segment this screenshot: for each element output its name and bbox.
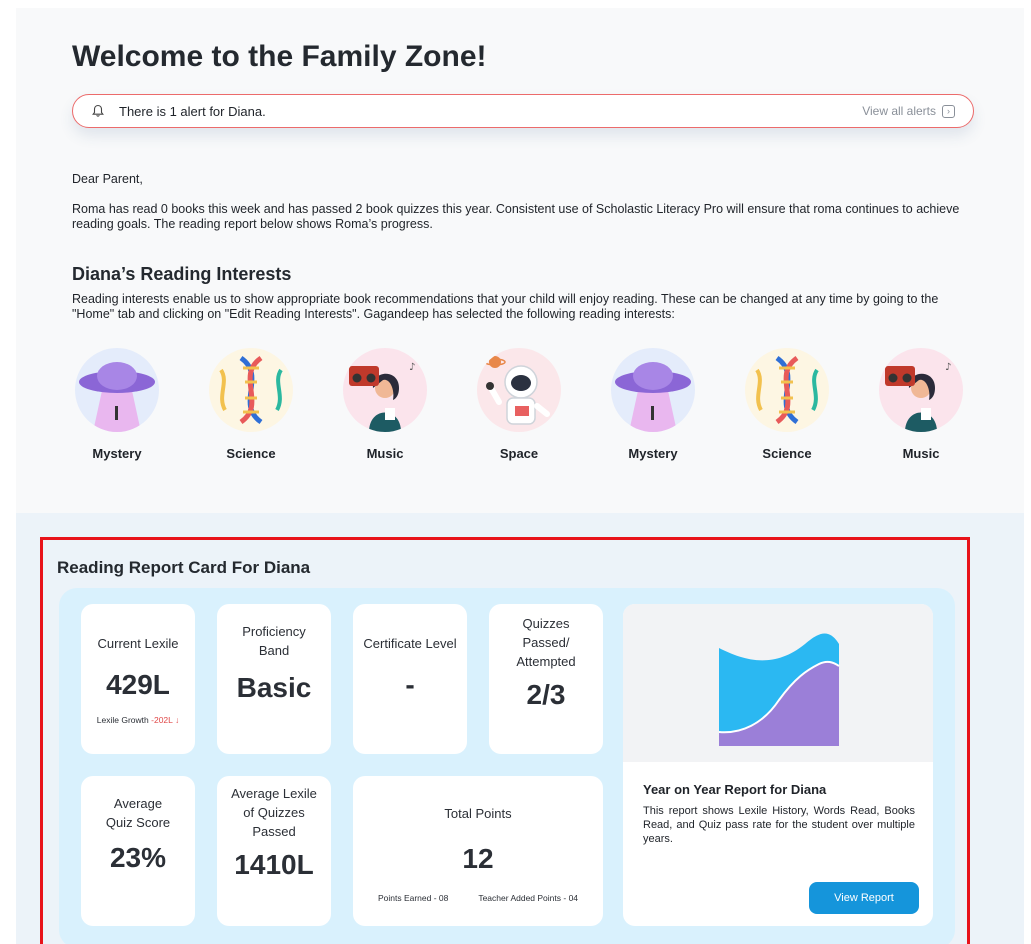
proficiency-label-2: Band xyxy=(258,643,290,658)
reading-interests-description: Reading interests enable us to show appr… xyxy=(72,292,939,321)
avg-lexile-value: 1410L xyxy=(234,849,314,880)
year-on-year-card: Year on Year Report for Diana This repor… xyxy=(623,604,933,926)
svg-text:♪: ♪ xyxy=(409,362,415,373)
teacher-added-points: Teacher Added Points - 04 xyxy=(478,893,579,903)
interest-label: Science xyxy=(226,446,276,461)
avg-lexile-label-2: of Quizzes xyxy=(243,805,305,820)
quizzes-label-2: Passed/ xyxy=(522,635,570,650)
svg-text:♪: ♪ xyxy=(945,362,951,373)
interest-item: ♪ Music xyxy=(876,348,966,461)
greeting: Dear Parent, xyxy=(72,172,143,186)
avg-quiz-value: 23% xyxy=(109,842,167,873)
interest-label: Mystery xyxy=(628,446,678,461)
avg-quiz-label-1: Average xyxy=(113,796,163,811)
ufo-icon xyxy=(611,348,695,432)
yoy-title: Year on Year Report for Diana xyxy=(643,782,827,797)
certificate-label: Certificate Level xyxy=(363,636,457,651)
interest-label: Mystery xyxy=(92,446,142,461)
current-lexile-label: Current Lexile xyxy=(97,636,179,651)
average-quiz-score-card: Average Quiz Score 23% xyxy=(81,776,195,926)
lexile-growth-value: -202L xyxy=(151,715,173,725)
report-heading: Reading Report Card For Diana xyxy=(57,558,311,577)
points-earned: Points Earned - 08 xyxy=(377,893,449,903)
quizzes-label-1: Quizzes xyxy=(522,616,570,631)
interest-item: ♪ Music xyxy=(340,348,430,461)
proficiency-value: Basic xyxy=(236,672,312,703)
certificate-level-card: Certificate Level - xyxy=(353,604,467,754)
lexile-growth: Lexile Growth -202L ↓ xyxy=(81,715,195,725)
boombox-icon: ♪ xyxy=(879,348,963,432)
chevron-right-icon: › xyxy=(942,104,955,118)
quizzes-card: Quizzes Passed/ Attempted 2/3 xyxy=(489,604,603,754)
progress-summary: Roma has read 0 books this week and has … xyxy=(72,202,960,231)
current-lexile-value: 429L xyxy=(106,669,170,700)
proficiency-band-card: Proficiency Band Basic xyxy=(217,604,331,754)
boombox-icon: ♪ xyxy=(343,348,427,432)
reading-interests-list: Mystery Science ♪ Music Space Mystery Sc… xyxy=(72,348,972,468)
interest-item: Mystery xyxy=(608,348,698,461)
interest-item: Mystery xyxy=(72,348,162,461)
total-points-label: Total Points xyxy=(444,806,512,821)
lexile-growth-label: Lexile Growth xyxy=(96,715,149,725)
interest-item: Science xyxy=(742,348,832,461)
view-all-alerts-link[interactable]: View all alerts › xyxy=(862,104,955,118)
interest-item: Science xyxy=(206,348,296,461)
interest-item: Space xyxy=(474,348,564,461)
avg-quiz-label-2: Quiz Score xyxy=(105,815,171,830)
alert-banner[interactable]: There is 1 alert for Diana. View all ale… xyxy=(72,94,974,128)
total-points-value: 12 xyxy=(462,843,494,874)
points-breakdown: Points Earned - 08 Teacher Added Points … xyxy=(353,893,603,903)
dna-icon xyxy=(209,348,293,432)
interest-label: Music xyxy=(366,446,404,461)
view-all-alerts-label: View all alerts xyxy=(862,104,936,118)
average-lexile-card: Average Lexile of Quizzes Passed 1410L xyxy=(217,776,331,926)
proficiency-label-1: Proficiency xyxy=(242,624,306,639)
total-points-card: Total Points 12 Points Earned - 08 Teach… xyxy=(353,776,603,926)
quizzes-label-3: Attempted xyxy=(516,654,576,669)
arrow-down-icon: ↓ xyxy=(174,715,180,725)
area-chart-icon xyxy=(718,633,840,746)
certificate-value: - xyxy=(405,669,415,700)
interest-label: Music xyxy=(902,446,940,461)
page-title: Welcome to the Family Zone! xyxy=(72,40,487,73)
reading-report-card: Reading Report Card For Diana Current Le… xyxy=(40,537,970,944)
bell-icon xyxy=(92,104,104,117)
avg-lexile-label-3: Passed xyxy=(252,824,296,839)
ufo-icon xyxy=(75,348,159,432)
interest-label: Science xyxy=(762,446,812,461)
interest-label: Space xyxy=(499,446,539,461)
view-report-button[interactable]: View Report xyxy=(809,882,919,914)
avg-lexile-label-1: Average Lexile xyxy=(231,786,317,801)
yoy-description: This report shows Lexile History, Words … xyxy=(643,805,915,845)
dna-icon xyxy=(745,348,829,432)
report-panel: Current Lexile 429L Lexile Growth -202L … xyxy=(59,588,955,944)
quizzes-value: 2/3 xyxy=(526,679,566,710)
welcome-section: Welcome to the Family Zone! There is 1 a… xyxy=(16,8,1024,513)
alert-message: There is 1 alert for Diana. xyxy=(119,103,266,119)
area-chart-illustration xyxy=(623,604,933,762)
reading-interests-heading: Diana’s Reading Interests xyxy=(72,264,292,284)
astronaut-icon xyxy=(477,348,561,432)
current-lexile-card: Current Lexile 429L Lexile Growth -202L … xyxy=(81,604,195,754)
